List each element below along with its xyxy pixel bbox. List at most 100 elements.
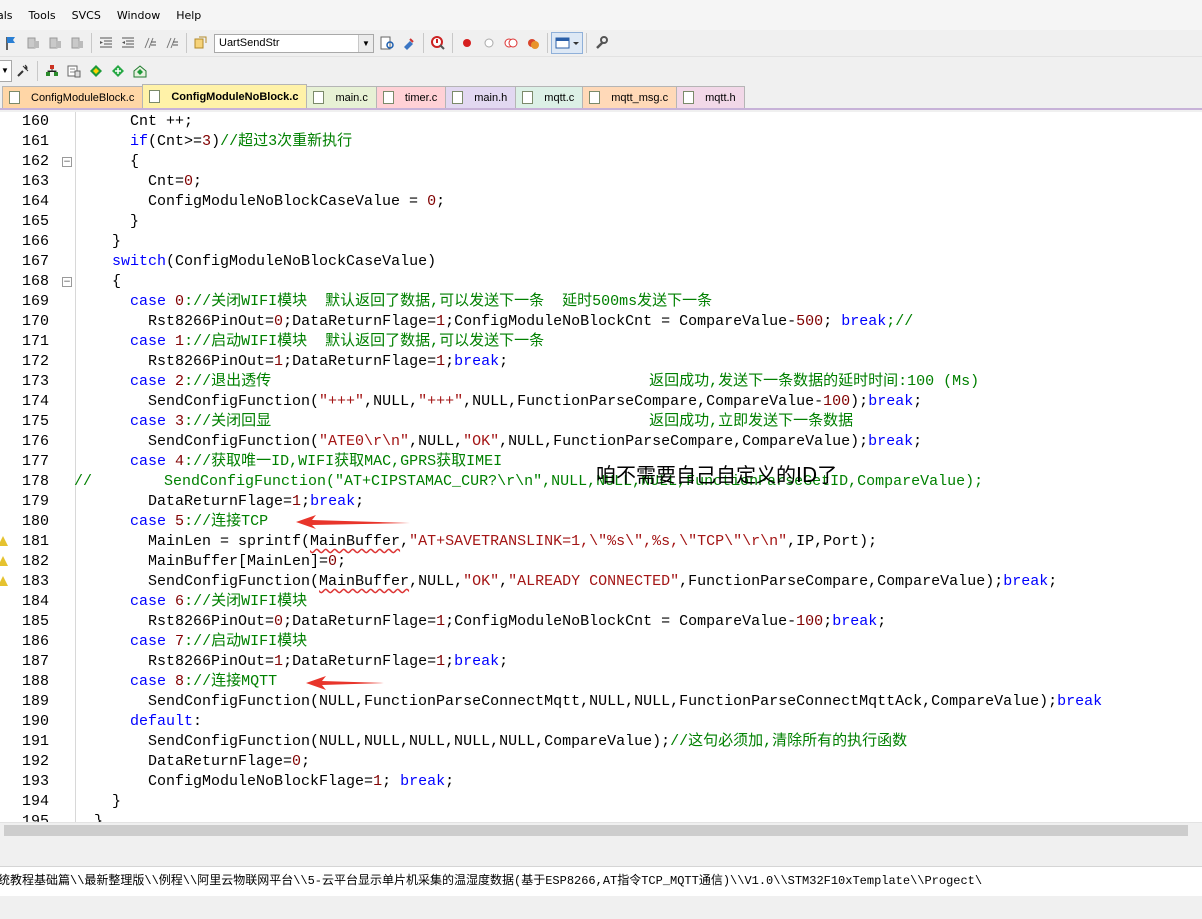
toolbar-separator (586, 33, 587, 53)
wrench-icon[interactable] (590, 32, 612, 54)
manage-project-icon[interactable] (41, 60, 63, 82)
bookmark-clear-icon[interactable] (66, 32, 88, 54)
number: 1 (274, 653, 284, 670)
code-line[interactable]: case 2://退出透传 返回成功,发送下一条数据的延时时间:100 (Ms) (0, 372, 1202, 392)
debug-session-icon[interactable] (427, 32, 449, 54)
code-line[interactable]: { (0, 272, 1202, 292)
incremental-find-icon[interactable] (398, 32, 420, 54)
code-line[interactable]: DataReturnFlage=1;break; (0, 492, 1202, 512)
tab-main-h[interactable]: main.h (445, 86, 517, 108)
breakpoint-disable-all-icon[interactable] (500, 32, 522, 54)
code-fragment: ; (445, 653, 455, 670)
code-line[interactable]: } (0, 792, 1202, 812)
bookmark-next-icon[interactable] (44, 32, 66, 54)
menu-tools[interactable]: Tools (21, 9, 64, 22)
code-line[interactable]: { (0, 152, 1202, 172)
code-line[interactable]: default: (0, 712, 1202, 732)
keyword: default (130, 713, 194, 730)
code-line[interactable]: Rst8266PinOut=0;DataReturnFlage=1;Config… (0, 612, 1202, 632)
bookmark-prev-icon[interactable] (22, 32, 44, 54)
code-line[interactable]: ConfigModuleNoBlockCaseValue = 0; (0, 192, 1202, 212)
window-layout-icon[interactable] (551, 32, 583, 54)
code-text: SendConfigFunction(NULL,NULL,NULL,NULL,N… (76, 732, 907, 752)
find-combo[interactable]: UartSendStr ▼ (214, 33, 374, 53)
chevron-down-icon[interactable]: ▼ (358, 34, 373, 52)
code-line[interactable]: case 6://关闭WIFI模块 (0, 592, 1202, 612)
keyword: break (310, 493, 356, 510)
breakpoint-kill-all-icon[interactable] (522, 32, 544, 54)
code-line[interactable]: MainBuffer[MainLen]=0; (0, 552, 1202, 572)
tab-configmodulenoblock-c[interactable]: ConfigModuleNoBlock.c (142, 84, 308, 108)
comment-icon[interactable] (139, 32, 161, 54)
code-line[interactable]: Rst8266PinOut=1;DataReturnFlage=1;break; (0, 352, 1202, 372)
code-fragment: ; (499, 353, 509, 370)
breakpoint-insert-icon[interactable] (456, 32, 478, 54)
target-select-dropdown[interactable]: ▼ (0, 59, 12, 82)
code-line[interactable]: SendConfigFunction(NULL,NULL,NULL,NULL,N… (0, 732, 1202, 752)
code-line[interactable]: Rst8266PinOut=1;DataReturnFlage=1;break; (0, 652, 1202, 672)
number: 3 (202, 133, 212, 150)
code-line[interactable]: SendConfigFunction(MainBuffer,NULL,"OK",… (0, 572, 1202, 592)
code-line[interactable]: case 5://连接TCP (0, 512, 1202, 532)
code-fragment: Rst8266PinOut= (76, 313, 275, 330)
tab-mqtt-msg-c[interactable]: mqtt_msg.c (582, 86, 678, 108)
select-packs-icon[interactable] (85, 60, 107, 82)
code-line[interactable]: DataReturnFlage=0; (0, 752, 1202, 772)
options-for-target-icon[interactable] (12, 60, 34, 82)
code-line[interactable]: SendConfigFunction(NULL,FunctionParseCon… (0, 692, 1202, 712)
code-line[interactable]: SendConfigFunction("ATE0\r\n",NULL,"OK",… (0, 432, 1202, 452)
code-text: Rst8266PinOut=0;DataReturnFlage=1;Config… (76, 312, 913, 332)
unindent-icon[interactable] (117, 32, 139, 54)
menu-svcs[interactable]: SVCS (64, 9, 109, 22)
toolbar-separator (423, 33, 424, 53)
find-icon[interactable] (376, 32, 398, 54)
uncomment-icon[interactable] (161, 32, 183, 54)
code-line[interactable]: case 3://关闭回显 返回成功,立即发送下一条数据 (0, 412, 1202, 432)
indent-icon[interactable] (95, 32, 117, 54)
scrollbar-thumb[interactable] (4, 825, 1188, 836)
code-line[interactable]: MainLen = sprintf(MainBuffer,"AT+SAVETRA… (0, 532, 1202, 552)
horizontal-scrollbar[interactable] (0, 822, 1202, 837)
code-line[interactable]: Cnt ++; (0, 112, 1202, 132)
comment: ://关闭WIFI模块 (184, 593, 308, 610)
code-fragment: Rst8266PinOut= (76, 653, 275, 670)
file-extensions-icon[interactable] (63, 60, 85, 82)
code-text: ConfigModuleNoBlockFlage=1; break; (76, 772, 454, 792)
breakpoint-enable-icon[interactable] (478, 32, 500, 54)
code-line[interactable]: case 0://关闭WIFI模块 默认返回了数据,可以发送下一条 延时500m… (0, 292, 1202, 312)
pack-installer-icon[interactable] (107, 60, 129, 82)
code-line[interactable]: case 1://启动WIFI模块 默认返回了数据,可以发送下一条 (0, 332, 1202, 352)
code-line[interactable]: case 7://启动WIFI模块 (0, 632, 1202, 652)
code-editor[interactable]: 160 161 162−163 164 165 166 167 168−169 170 171 17… (0, 112, 1202, 822)
find-combo-value: UartSendStr (219, 37, 280, 49)
code-text: case 6://关闭WIFI模块 (76, 592, 307, 612)
code-line[interactable]: Rst8266PinOut=0;DataReturnFlage=1;Config… (0, 312, 1202, 332)
code-fragment: MainBuffer[MainLen]= (76, 553, 329, 570)
tab-timer-c[interactable]: timer.c (375, 86, 447, 108)
code-line[interactable]: } (0, 812, 1202, 822)
tab-mqtt-c[interactable]: mqtt.c (515, 86, 584, 108)
keyword: break (832, 613, 878, 630)
code-line[interactable]: } (0, 212, 1202, 232)
tab-label: ConfigModuleNoBlock.c (171, 90, 299, 103)
tab-label: main.h (474, 91, 508, 104)
string: "OK" (463, 433, 500, 450)
tab-configmoduleblock-c[interactable]: ConfigModuleBlock.c (2, 86, 144, 108)
code-line[interactable]: switch(ConfigModuleNoBlockCaseValue) (0, 252, 1202, 272)
find-in-files-icon[interactable] (190, 32, 212, 54)
tab-main-c[interactable]: main.c (306, 86, 377, 108)
menu-help[interactable]: Help (168, 9, 209, 22)
run-time-environment-icon[interactable] (129, 60, 151, 82)
code-line[interactable]: if(Cnt>=3)//超过3次重新执行 (0, 132, 1202, 152)
code-line[interactable]: ConfigModuleNoBlockFlage=1; break; (0, 772, 1202, 792)
number: 1 (436, 313, 446, 330)
code-text: } (76, 233, 122, 250)
code-line[interactable]: Cnt=0; (0, 172, 1202, 192)
menu-window[interactable]: Window (109, 9, 168, 22)
code-line[interactable]: } (0, 232, 1202, 252)
flag-icon[interactable] (0, 32, 22, 54)
tab-mqtt-h[interactable]: mqtt.h (676, 86, 745, 108)
code-line[interactable]: SendConfigFunction("+++",NULL,"+++",NULL… (0, 392, 1202, 412)
menu-tools-partial[interactable]: als (0, 9, 21, 22)
code-line[interactable]: case 8://连接MQTT (0, 672, 1202, 692)
